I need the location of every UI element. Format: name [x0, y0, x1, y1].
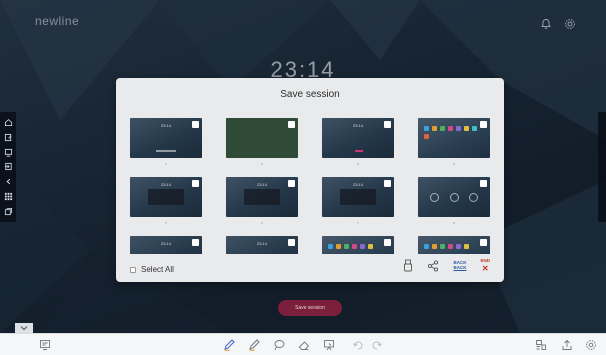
thumbnail-tile[interactable]: 23:14 7	[322, 177, 394, 235]
thumbnail-tile[interactable]: 23:14	[226, 236, 298, 254]
thumbnail-checkbox[interactable]	[480, 180, 487, 187]
expand-toolbar-button[interactable]	[15, 323, 33, 333]
thumbnail-checkbox[interactable]	[384, 121, 391, 128]
thumbnail-number: 4	[453, 162, 455, 166]
chevron-down-icon	[20, 326, 28, 331]
lasso-icon[interactable]	[273, 339, 285, 351]
select-all-checkbox[interactable]	[130, 266, 136, 273]
dialog-title: Save session	[280, 89, 340, 100]
thumbnail-number: 7	[357, 221, 359, 225]
note-icon[interactable]	[4, 133, 13, 142]
apps-grid-icon[interactable]	[4, 192, 13, 201]
thumbnail-number: 5	[165, 221, 167, 225]
back-icon[interactable]	[4, 177, 13, 186]
thumbnail-dialog	[148, 189, 184, 205]
brand-logo: newline	[35, 14, 80, 28]
top-right-icons	[540, 18, 576, 30]
thumbnail-checkbox[interactable]	[384, 239, 391, 246]
thumbnail-tile[interactable]: 23:14 6	[226, 177, 298, 235]
thumbnail-session-button	[355, 150, 363, 152]
thumbnail-circles	[430, 193, 478, 202]
share-icon[interactable]	[427, 260, 439, 272]
thumbnail-number: 8	[453, 221, 455, 225]
thumbnail-tile[interactable]: 23:14 1	[130, 118, 202, 176]
select-all-label: Select All	[141, 265, 174, 274]
thumbnail-tile[interactable]: 23:14 3	[322, 118, 394, 176]
thumbnail-apps	[424, 244, 484, 249]
thumbnail-tile[interactable]	[322, 236, 394, 254]
highlighter-icon[interactable]	[248, 339, 260, 351]
file-icon[interactable]	[535, 339, 547, 351]
thumbnail-checkbox[interactable]	[288, 180, 295, 187]
redo-icon[interactable]	[371, 339, 383, 351]
annotate-icon[interactable]	[323, 339, 335, 351]
thumbnail-checkbox[interactable]	[192, 121, 199, 128]
back-label-underlined: BACK	[453, 265, 467, 271]
bottom-toolbar	[0, 333, 606, 355]
thumbnail-dialog	[340, 189, 376, 205]
thumbnail-number: 6	[261, 221, 263, 225]
thumbnail-checkbox[interactable]	[480, 121, 487, 128]
close-icon: ✕	[481, 263, 489, 273]
thumbnail-apps	[424, 126, 484, 139]
undo-icon[interactable]	[352, 339, 364, 351]
thumbnail-tile[interactable]: 4	[418, 118, 490, 176]
thumbnail-tile[interactable]: 8	[418, 177, 490, 235]
thumbnail-dialog	[244, 189, 280, 205]
upload-icon[interactable]	[561, 339, 573, 351]
thumbnail-checkbox[interactable]	[288, 239, 295, 246]
thumbnail-bar	[156, 150, 176, 152]
save-session-button[interactable]: Save session	[278, 300, 342, 316]
select-all[interactable]: Select All	[130, 265, 174, 274]
left-sidebar	[0, 112, 16, 222]
pen-icon[interactable]	[223, 339, 235, 351]
thumbnail-checkbox[interactable]	[288, 121, 295, 128]
thumbnail-checkbox[interactable]	[384, 180, 391, 187]
thumbnail-apps	[328, 244, 388, 249]
end-label: END	[480, 258, 490, 263]
dialog-actions: BACK BACK END ✕	[403, 258, 490, 273]
bell-icon[interactable]	[540, 18, 552, 30]
save-session-dialog: Save session 23:14 1 2 23:14 3 4 23:14 5…	[116, 78, 504, 282]
whiteboard-icon[interactable]	[4, 148, 13, 157]
home-icon[interactable]	[4, 118, 13, 127]
eraser-icon[interactable]	[298, 339, 310, 351]
thumbnail-number: 2	[261, 162, 263, 166]
thumbnail-checkbox[interactable]	[192, 180, 199, 187]
screen-icon[interactable]	[39, 339, 51, 351]
thumbnail-number: 3	[357, 162, 359, 166]
settings-icon[interactable]	[585, 339, 597, 351]
thumbnail-number: 1	[165, 162, 167, 166]
back-button[interactable]: BACK BACK	[453, 260, 467, 271]
thumbnail-tile[interactable]	[418, 236, 490, 254]
settings-icon[interactable]	[564, 18, 576, 30]
thumbnail-tile[interactable]: 2	[226, 118, 298, 176]
windows-icon[interactable]	[4, 207, 13, 216]
thumbnail-checkbox[interactable]	[480, 239, 487, 246]
usb-icon[interactable]	[403, 259, 413, 272]
thumbnail-checkbox[interactable]	[192, 239, 199, 246]
thumbnail-tile[interactable]: 23:14	[130, 236, 202, 254]
thumbnail-grid: 23:14 1 2 23:14 3 4 23:14 5 23:14 6 23:1…	[130, 118, 490, 254]
thumbnail-tile[interactable]: 23:14 5	[130, 177, 202, 235]
end-button[interactable]: END ✕	[480, 258, 490, 273]
input-icon[interactable]	[4, 162, 13, 171]
right-sidebar[interactable]	[598, 112, 606, 222]
